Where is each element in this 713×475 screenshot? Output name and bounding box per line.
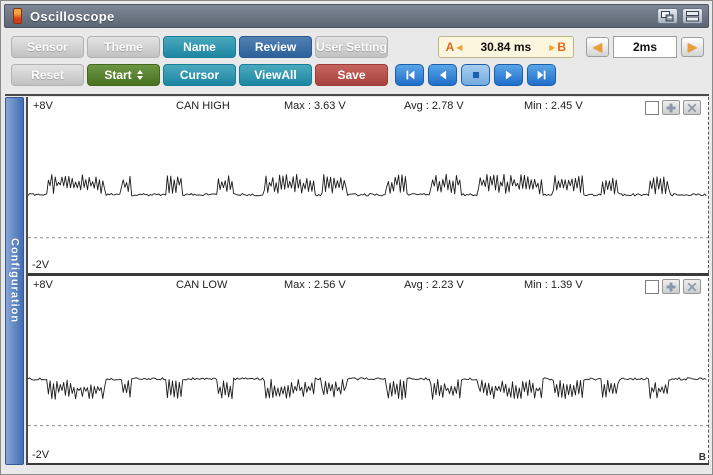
toolbar-buttons: Sensor Theme Name Review User Setting Re… bbox=[11, 36, 388, 86]
step-back-icon[interactable] bbox=[428, 64, 457, 86]
start-button[interactable]: Start bbox=[87, 64, 160, 86]
channel-controls bbox=[645, 100, 701, 115]
channel-add-icon[interactable] bbox=[662, 279, 680, 294]
channel-name: CAN HIGH bbox=[176, 100, 230, 112]
playback-controls bbox=[394, 64, 704, 86]
channel-stack: +8V CAN HIGH Max : 3.63 V Avg : 2.78 V M… bbox=[26, 97, 709, 465]
cursor-b-label: B bbox=[557, 40, 566, 54]
channel-close-icon[interactable] bbox=[683, 279, 701, 294]
spinner-icon bbox=[136, 70, 143, 80]
can-high-waveform[interactable] bbox=[28, 97, 708, 273]
title-bar: Oscilloscope bbox=[4, 4, 709, 28]
bottom-voltage-label: -2V bbox=[32, 449, 50, 461]
play-icon[interactable] bbox=[494, 64, 523, 86]
ab-range-value: 30.84 ms bbox=[480, 40, 532, 54]
min-stat: Min : 1.39 V bbox=[524, 279, 583, 291]
bottom-voltage-label: -2V bbox=[32, 259, 50, 271]
cursor-a-arrow-icon: ◀ bbox=[456, 42, 463, 52]
channel-can-low: +8V CAN LOW Max : 2.56 V Avg : 2.23 V Mi… bbox=[28, 273, 709, 463]
timebase-value[interactable]: 2ms bbox=[613, 36, 677, 58]
window-tile-icon[interactable] bbox=[682, 8, 703, 24]
configuration-tab[interactable]: Configuration bbox=[5, 97, 24, 465]
save-button[interactable]: Save bbox=[315, 64, 388, 86]
channel-checkbox[interactable] bbox=[645, 279, 659, 294]
review-button[interactable]: Review bbox=[239, 36, 312, 58]
window-restore-icon[interactable] bbox=[657, 8, 678, 24]
skip-start-icon[interactable] bbox=[395, 64, 424, 86]
toolbar: Sensor Theme Name Review User Setting Re… bbox=[1, 28, 712, 92]
skip-end-icon[interactable] bbox=[527, 64, 556, 86]
max-stat: Max : 2.56 V bbox=[284, 279, 346, 291]
workspace: Configuration +8V CAN HIGH Max : 3.63 V … bbox=[5, 94, 709, 465]
theme-button[interactable]: Theme bbox=[87, 36, 160, 58]
app-icon bbox=[13, 8, 22, 24]
min-stat: Min : 2.45 V bbox=[524, 100, 583, 112]
window-controls bbox=[657, 8, 703, 24]
user-setting-button[interactable]: User Setting bbox=[315, 36, 388, 58]
viewall-button[interactable]: ViewAll bbox=[239, 64, 312, 86]
top-voltage-label: +8V bbox=[33, 100, 53, 112]
toolbar-right: A ◀ 30.84 ms ▶ B ◀ 2ms ▶ bbox=[394, 36, 704, 86]
sensor-button[interactable]: Sensor bbox=[11, 36, 84, 58]
configuration-tab-label: Configuration bbox=[8, 238, 21, 324]
name-button[interactable]: Name bbox=[163, 36, 236, 58]
max-stat: Max : 3.63 V bbox=[284, 100, 346, 112]
cursor-button[interactable]: Cursor bbox=[163, 64, 236, 86]
cursor-b-marker: B bbox=[698, 452, 706, 463]
arrow-left-icon[interactable]: ◀ bbox=[586, 37, 609, 57]
reset-button[interactable]: Reset bbox=[11, 64, 84, 86]
cursor-a-label: A bbox=[445, 40, 455, 54]
cursor-b-arrow-icon: ▶ bbox=[549, 42, 556, 52]
channel-add-icon[interactable] bbox=[662, 100, 680, 115]
channel-close-icon[interactable] bbox=[683, 100, 701, 115]
timebase-control: ◀ 2ms ▶ bbox=[586, 36, 704, 58]
avg-stat: Avg : 2.23 V bbox=[404, 279, 464, 291]
window-title: Oscilloscope bbox=[30, 8, 115, 24]
ab-range-display: A ◀ 30.84 ms ▶ B bbox=[437, 36, 574, 58]
channel-name: CAN LOW bbox=[176, 279, 228, 291]
channel-checkbox[interactable] bbox=[645, 100, 659, 115]
top-voltage-label: +8V bbox=[33, 279, 53, 291]
channel-can-high: +8V CAN HIGH Max : 3.63 V Avg : 2.78 V M… bbox=[28, 97, 709, 273]
arrow-right-icon[interactable]: ▶ bbox=[681, 37, 704, 57]
stop-icon[interactable] bbox=[461, 64, 490, 86]
avg-stat: Avg : 2.78 V bbox=[404, 100, 464, 112]
start-button-label: Start bbox=[104, 68, 132, 82]
can-low-waveform[interactable] bbox=[28, 276, 708, 463]
oscilloscope-window: Oscilloscope Sensor Theme Name Review Us… bbox=[0, 0, 713, 475]
channel-controls bbox=[645, 279, 701, 294]
range-row: A ◀ 30.84 ms ▶ B ◀ 2ms ▶ bbox=[394, 36, 704, 58]
